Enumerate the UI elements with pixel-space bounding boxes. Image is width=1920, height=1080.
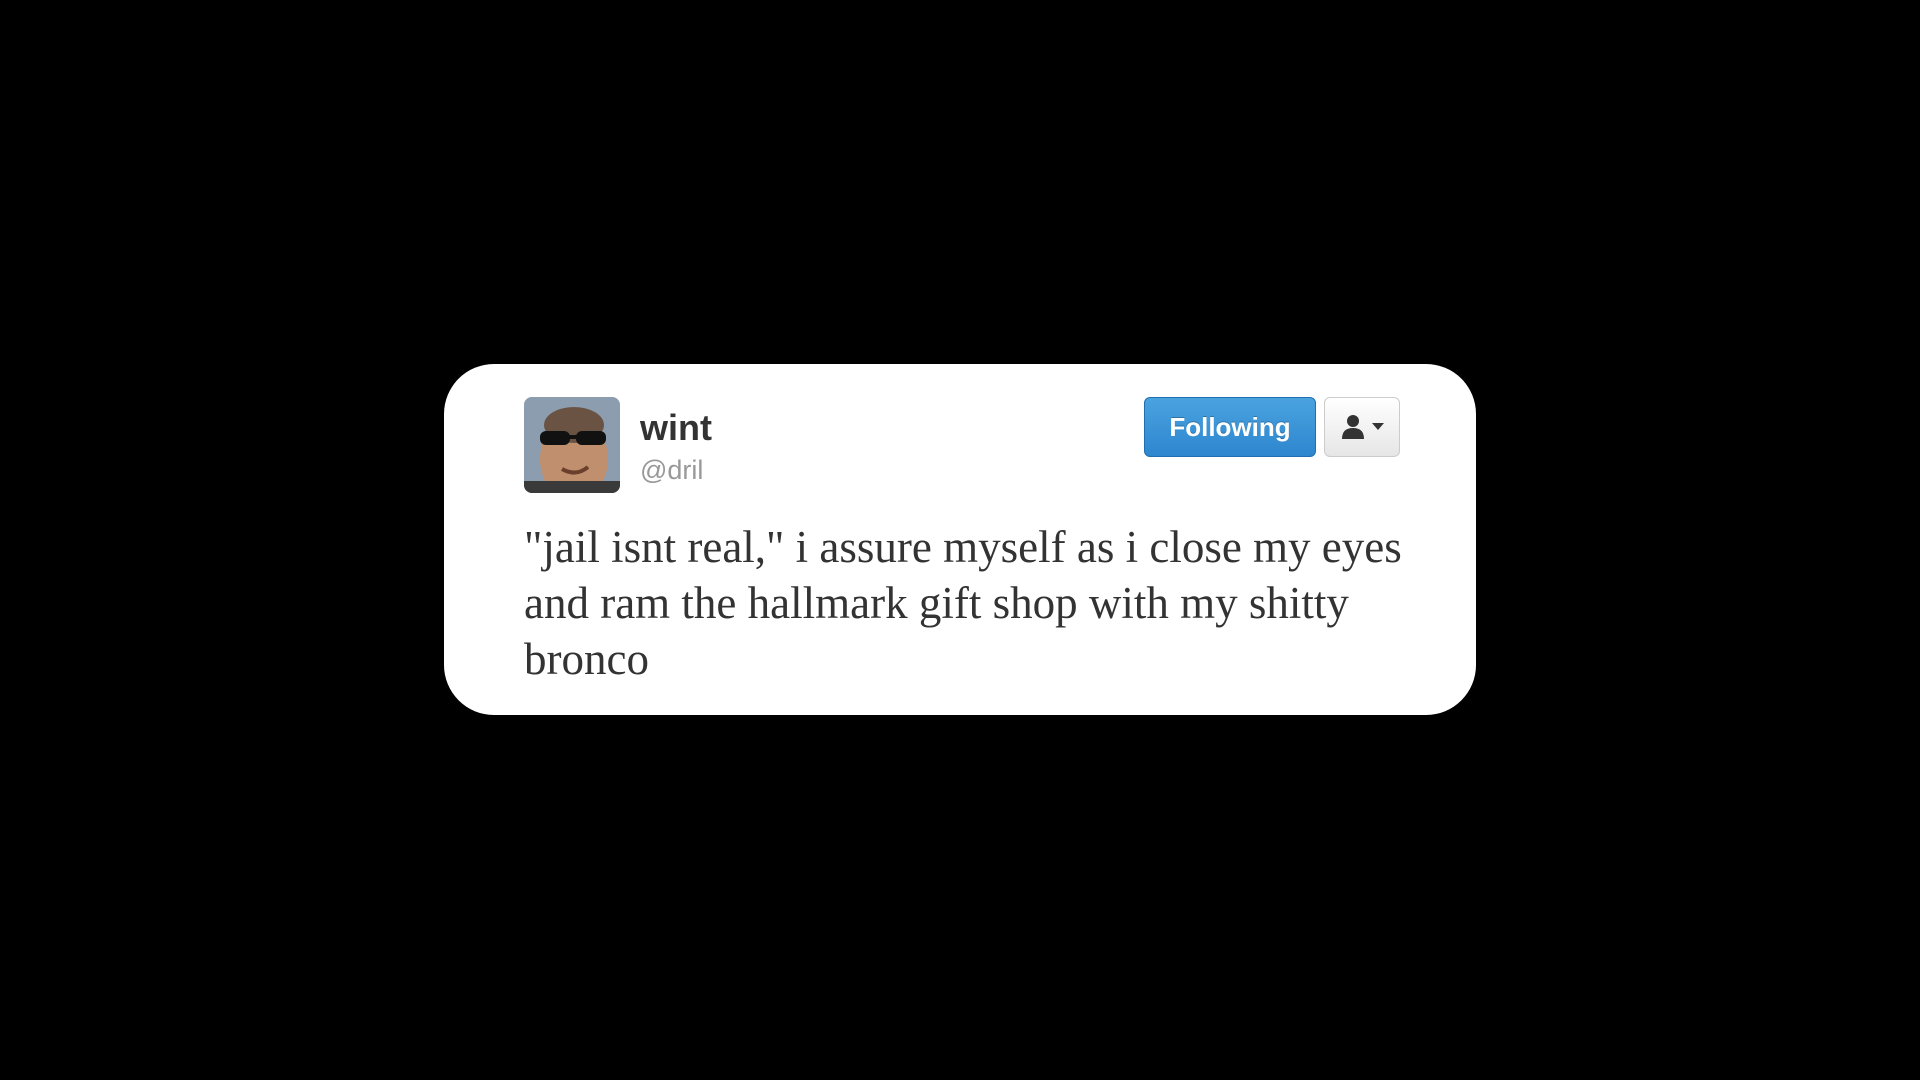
chevron-down-icon [1372, 423, 1384, 430]
user-handle[interactable]: @dril [640, 454, 703, 486]
avatar[interactable] [524, 397, 620, 493]
tweet-card: wint @dril Following "jail isnt real," i… [444, 364, 1476, 715]
display-name[interactable]: wint [640, 408, 712, 448]
following-button[interactable]: Following [1144, 397, 1316, 457]
stage: wint @dril Following "jail isnt real," i… [0, 0, 1920, 1080]
person-icon [1342, 415, 1364, 439]
avatar-image [524, 397, 620, 493]
user-actions-dropdown[interactable] [1324, 397, 1400, 457]
tweet-text: "jail isnt real," i assure myself as i c… [524, 522, 1402, 684]
